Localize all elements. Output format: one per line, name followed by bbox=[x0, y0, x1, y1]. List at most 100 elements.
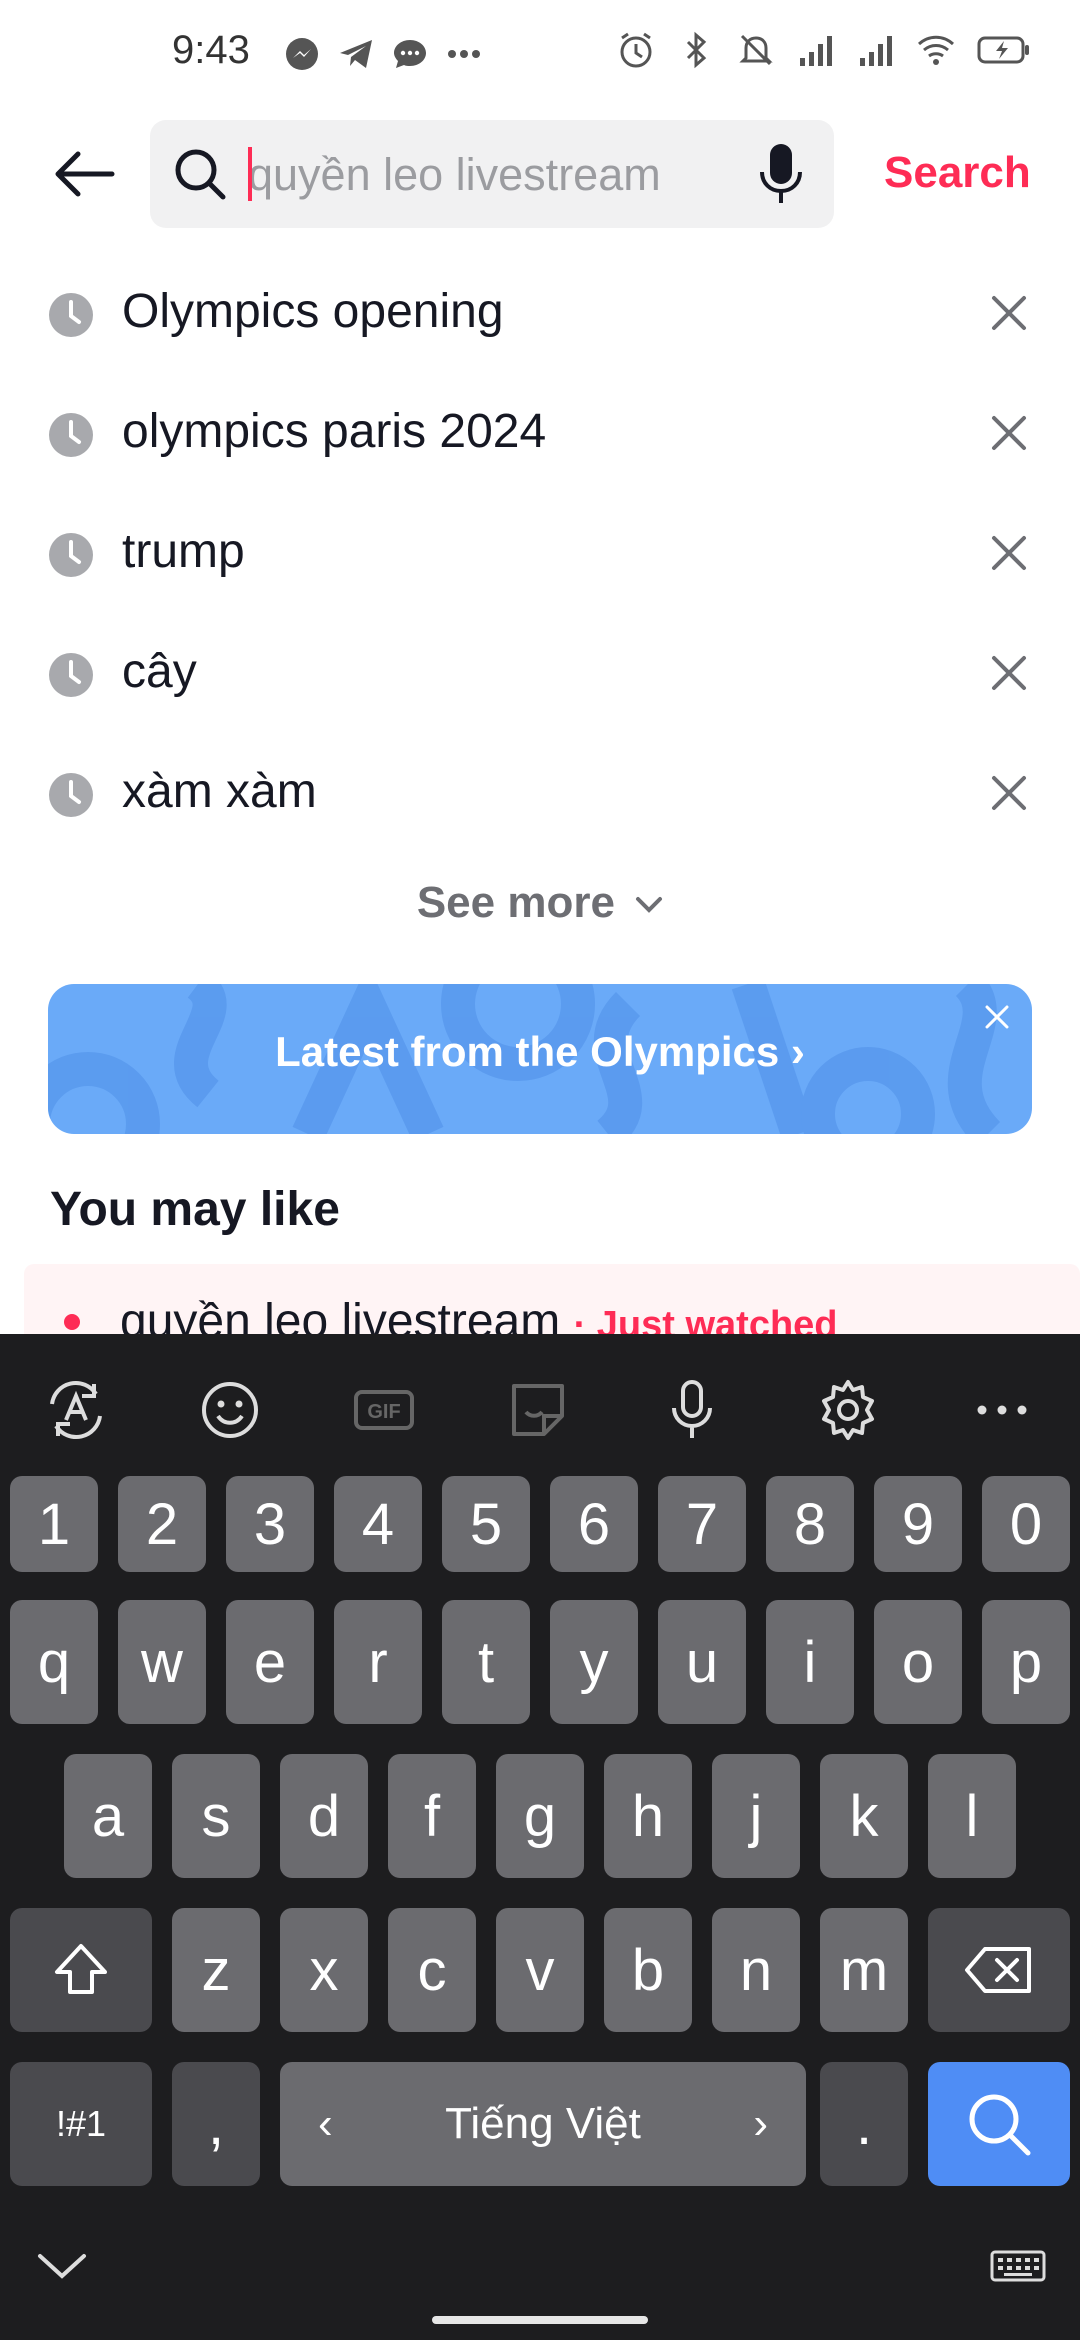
key-s[interactable]: s bbox=[172, 1754, 260, 1878]
key-x[interactable]: x bbox=[280, 1908, 368, 2032]
history-item-label: olympics paris 2024 bbox=[122, 405, 547, 458]
settings-icon[interactable] bbox=[812, 1374, 884, 1446]
silent-bell-icon bbox=[739, 34, 773, 66]
system-icons bbox=[616, 30, 1032, 70]
voice-search-icon[interactable] bbox=[756, 142, 806, 206]
key-f[interactable]: f bbox=[388, 1754, 476, 1878]
more-notifications-icon bbox=[448, 50, 480, 58]
key-o[interactable]: o bbox=[874, 1600, 962, 1724]
key-e[interactable]: e bbox=[226, 1600, 314, 1724]
shift-key[interactable] bbox=[10, 1908, 152, 2032]
key-0[interactable]: 0 bbox=[982, 1476, 1070, 1572]
alarm-icon bbox=[620, 32, 652, 68]
key-q[interactable]: q bbox=[10, 1600, 98, 1724]
keyboard-toolbar: GIF bbox=[0, 1334, 1080, 1464]
history-item[interactable]: Olympics opening bbox=[0, 252, 1080, 372]
you-may-like-title: You may like bbox=[50, 1183, 340, 1236]
gif-icon[interactable]: GIF bbox=[348, 1374, 420, 1446]
history-item[interactable]: olympics paris 2024 bbox=[0, 372, 1080, 492]
status-time: 9:43 bbox=[172, 28, 250, 72]
banner-label: Latest from the Olympics › bbox=[275, 1028, 805, 1075]
search-icon bbox=[175, 149, 226, 200]
key-t[interactable]: t bbox=[442, 1600, 530, 1724]
key-2[interactable]: 2 bbox=[118, 1476, 206, 1572]
history-item[interactable]: xàm xàm bbox=[0, 732, 1080, 852]
keyboard-switch-icon[interactable] bbox=[990, 2250, 1046, 2286]
search-enter-key[interactable] bbox=[928, 2062, 1070, 2186]
search-button[interactable]: Search bbox=[884, 148, 1031, 198]
status-bar: 9:43 bbox=[0, 0, 1080, 110]
key-c[interactable]: c bbox=[388, 1908, 476, 2032]
symbols-key[interactable]: !#1 bbox=[10, 2062, 152, 2186]
clock-icon bbox=[49, 653, 93, 697]
sticker-icon[interactable] bbox=[502, 1374, 574, 1446]
search-input[interactable] bbox=[248, 148, 718, 202]
key-y[interactable]: y bbox=[550, 1600, 638, 1724]
key-n[interactable]: n bbox=[712, 1908, 800, 2032]
clock-icon bbox=[49, 413, 93, 457]
key-h[interactable]: h bbox=[604, 1754, 692, 1878]
emoji-icon[interactable] bbox=[194, 1374, 266, 1446]
key-j[interactable]: j bbox=[712, 1754, 800, 1878]
text-edit-icon[interactable] bbox=[40, 1374, 112, 1446]
key-r[interactable]: r bbox=[334, 1600, 422, 1724]
history-item[interactable]: trump bbox=[0, 492, 1080, 612]
see-more-button[interactable]: See more bbox=[0, 878, 1080, 928]
key-m[interactable]: m bbox=[820, 1908, 908, 2032]
key-3[interactable]: 3 bbox=[226, 1476, 314, 1572]
clock-icon bbox=[49, 533, 93, 577]
key-l[interactable]: l bbox=[928, 1754, 1016, 1878]
key-4[interactable]: 4 bbox=[334, 1476, 422, 1572]
remove-history-icon[interactable] bbox=[988, 532, 1030, 574]
key-p[interactable]: p bbox=[982, 1600, 1070, 1724]
history-item-label: Olympics opening bbox=[122, 285, 504, 338]
key-u[interactable]: u bbox=[658, 1600, 746, 1724]
key-w[interactable]: w bbox=[118, 1600, 206, 1724]
keyboard: GIF 1 2 3 4 5 6 7 8 9 0 q w e r t y u i … bbox=[0, 1334, 1080, 2340]
remove-history-icon[interactable] bbox=[988, 412, 1030, 454]
history-item-label: cây bbox=[122, 645, 197, 698]
key-5[interactable]: 5 bbox=[442, 1476, 530, 1572]
key-g[interactable]: g bbox=[496, 1754, 584, 1878]
text-cursor bbox=[248, 147, 252, 201]
remove-history-icon[interactable] bbox=[988, 652, 1030, 694]
olympics-banner[interactable]: Latest from the Olympics › bbox=[48, 984, 1032, 1134]
chevron-down-icon bbox=[636, 897, 663, 914]
period-key[interactable]: . bbox=[820, 2062, 908, 2186]
telegram-icon bbox=[340, 40, 372, 68]
backspace-icon bbox=[965, 1947, 1031, 1993]
home-indicator[interactable] bbox=[432, 2316, 648, 2324]
back-button[interactable] bbox=[46, 140, 122, 208]
remove-history-icon[interactable] bbox=[988, 772, 1030, 814]
key-i[interactable]: i bbox=[766, 1600, 854, 1724]
key-8[interactable]: 8 bbox=[766, 1476, 854, 1572]
clock-icon bbox=[49, 293, 93, 337]
key-z[interactable]: z bbox=[172, 1908, 260, 2032]
key-9[interactable]: 9 bbox=[874, 1476, 962, 1572]
history-item-label: trump bbox=[122, 525, 245, 578]
close-icon[interactable] bbox=[982, 1002, 1012, 1032]
arrow-left-icon bbox=[55, 151, 115, 197]
space-key[interactable]: ‹ Tiếng Việt › bbox=[280, 2062, 806, 2186]
language-label: Tiếng Việt bbox=[445, 2099, 641, 2148]
key-b[interactable]: b bbox=[604, 1908, 692, 2032]
battery-charging-icon bbox=[977, 36, 1029, 64]
hide-keyboard-icon[interactable] bbox=[34, 2246, 90, 2286]
mic-icon[interactable] bbox=[656, 1374, 728, 1446]
key-k[interactable]: k bbox=[820, 1754, 908, 1878]
notification-icons bbox=[282, 34, 484, 74]
key-1[interactable]: 1 bbox=[10, 1476, 98, 1572]
key-d[interactable]: d bbox=[280, 1754, 368, 1878]
backspace-key[interactable] bbox=[928, 1908, 1070, 2032]
key-v[interactable]: v bbox=[496, 1908, 584, 2032]
live-dot-icon bbox=[64, 1314, 80, 1330]
key-a[interactable]: a bbox=[64, 1754, 152, 1878]
history-item[interactable]: cây bbox=[0, 612, 1080, 732]
comma-key[interactable]: , bbox=[172, 2062, 260, 2186]
see-more-label: See more bbox=[416, 878, 615, 927]
key-7[interactable]: 7 bbox=[658, 1476, 746, 1572]
history-item-label: xàm xàm bbox=[122, 765, 317, 818]
more-icon[interactable] bbox=[966, 1374, 1038, 1446]
remove-history-icon[interactable] bbox=[988, 292, 1030, 334]
key-6[interactable]: 6 bbox=[550, 1476, 638, 1572]
